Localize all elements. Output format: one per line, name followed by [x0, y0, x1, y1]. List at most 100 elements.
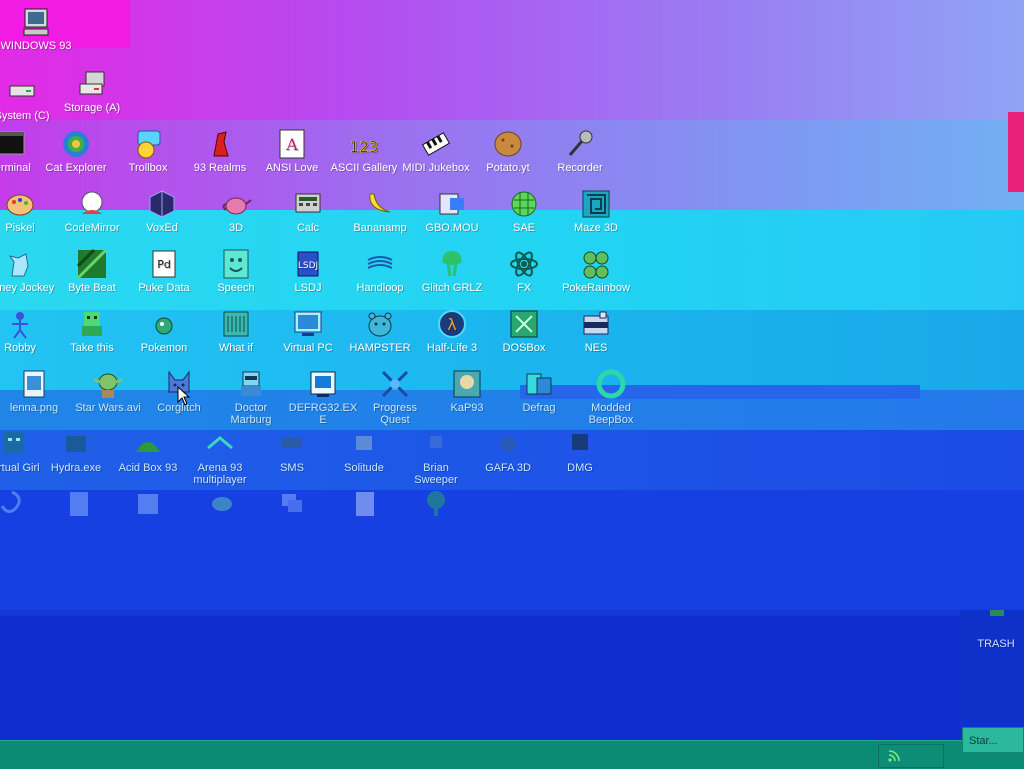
desktop-icon-trollbox[interactable]: Trollbox	[112, 128, 184, 174]
pokemon-icon	[148, 308, 180, 340]
desktop-icon-hydra[interactable]: Hydra.exe	[40, 428, 112, 474]
icon-label: DMG	[567, 462, 593, 474]
desktop-icon-tree[interactable]	[400, 488, 472, 522]
icon-label: Progress Quest	[372, 402, 418, 426]
desktop-icon-robby[interactable]: Robby	[0, 308, 56, 354]
desktop-icon-puke-data[interactable]: Pd Puke Data	[128, 248, 200, 294]
desktop-icon-lsdj[interactable]: LSDJ LSDJ	[272, 248, 344, 294]
desktop-icon-nes[interactable]: NES	[560, 308, 632, 354]
icon-label: GAFA 3D	[485, 462, 531, 474]
icon-label: PokeRainbow	[562, 282, 630, 294]
desktop-icon-midi-jukebox[interactable]: MIDI Jukebox	[400, 128, 472, 174]
desktop-icon-potato[interactable]: Potato.yt	[472, 128, 544, 174]
desktop-icon-windows93[interactable]: WINDOWS 93	[0, 6, 72, 52]
desktop-icon-voxed[interactable]: VoxEd	[126, 188, 198, 234]
desktop-icon-swirl[interactable]	[0, 488, 48, 522]
desktop-icon-defrg32[interactable]: DEFRG32.EXE	[287, 368, 359, 426]
hamster-icon	[364, 308, 396, 340]
lsdj-icon: LSDJ	[292, 248, 324, 280]
svg-text:LSDJ: LSDJ	[298, 261, 318, 271]
desktop-icon-take-this[interactable]: Take this	[56, 308, 128, 354]
desktop-icon-trash[interactable]: TRASH	[960, 604, 1024, 650]
pokerainbow-icon	[580, 248, 612, 280]
desktop-icon-calc[interactable]: Calc	[272, 188, 344, 234]
icon-label: Solitude	[344, 462, 384, 474]
desktop-icon-windows-stack[interactable]	[256, 488, 328, 522]
doctor-icon	[235, 368, 267, 400]
trash-icon	[980, 604, 1012, 636]
svg-text:A: A	[285, 135, 298, 154]
gbo-icon	[436, 188, 468, 220]
desktop-icon-glitch-grlz[interactable]: Glitch GRLZ	[416, 248, 488, 294]
desktop-icon-recorder[interactable]: Recorder	[544, 128, 616, 174]
desktop-icon-hampster[interactable]: HAMPSTER	[344, 308, 416, 354]
virtual-pc-icon	[292, 308, 324, 340]
desktop-icon-doc-file[interactable]	[42, 488, 114, 522]
icon-label: Handloop	[356, 282, 404, 294]
desktop-icon-byte-beat[interactable]: Byte Beat	[56, 248, 128, 294]
desktop-icon-doctor-marburg[interactable]: Doctor Marburg	[215, 368, 287, 426]
trollbox-icon	[132, 128, 164, 160]
icon-label: KaP93	[450, 402, 484, 414]
desktop-icon-acid-box-93[interactable]: Acid Box 93	[112, 428, 184, 474]
desktop-icon-lenna[interactable]: lenna.png	[0, 368, 70, 414]
desktop-icon-solitude[interactable]: Solitude	[328, 428, 400, 474]
cat-explorer-icon	[60, 128, 92, 160]
handloop-icon	[364, 248, 396, 280]
microphone-icon	[564, 128, 596, 160]
desktop-icon-cat-explorer[interactable]: Cat Explorer	[40, 128, 112, 174]
taskbar-window-button[interactable]: Star...	[962, 727, 1024, 753]
desktop-icon-sae[interactable]: SAE	[488, 188, 560, 234]
desktop-icon-storage-a[interactable]: Storage (A)	[56, 68, 128, 114]
desktop-icon-text-file[interactable]	[328, 488, 400, 522]
desktop-icon-speech[interactable]: Speech	[200, 248, 272, 294]
desktop-icon-pokerainbow[interactable]: PokeRainbow	[560, 248, 632, 294]
maze-icon	[580, 188, 612, 220]
desktop-icon-progress-quest[interactable]: Progress Quest	[359, 368, 431, 426]
desktop-icon-sms[interactable]: SMS	[256, 428, 328, 474]
desktop-icon-arena-93[interactable]: Arena 93 multiplayer	[184, 428, 256, 486]
icon-label: What if	[218, 342, 254, 354]
codemirror-icon	[76, 188, 108, 220]
desktop-icon-piskel[interactable]: Piskel	[0, 188, 56, 234]
desktop-icon-ansi-love[interactable]: A ANSI Love	[256, 128, 328, 174]
desktop-icon-modded-beepbox[interactable]: Modded BeepBox	[575, 368, 647, 426]
desktop-icon-fx[interactable]: FX	[488, 248, 560, 294]
desktop-icon-kap93[interactable]: KaP93	[431, 368, 503, 414]
desktop-icon-pokemon[interactable]: Pokemon	[128, 308, 200, 354]
desktop-icon-gbo[interactable]: GBO.MOU	[416, 188, 488, 234]
desktop-icon-gafa-3d[interactable]: GAFA 3D	[472, 428, 544, 474]
desktop-icon-93-realms[interactable]: 93 Realms	[184, 128, 256, 174]
desktop-icon-ascii-gallery[interactable]: 123 ASCII Gallery	[328, 128, 400, 174]
desktop-icon-star-wars[interactable]: Star Wars.avi	[72, 368, 144, 414]
desktop-icon-3d[interactable]: 3D	[200, 188, 272, 234]
desktop-icon-codemirror[interactable]: CodeMirror	[56, 188, 128, 234]
desktop-icon-bananamp[interactable]: Bananamp	[344, 188, 416, 234]
mouse-cursor-icon	[177, 385, 191, 406]
desktop-icon-handloop[interactable]: Handloop	[344, 248, 416, 294]
desktop-icon-poney-jockey[interactable]: Poney Jockey	[0, 248, 56, 294]
icon-label: Byte Beat	[68, 282, 116, 294]
desktop-icon-maze-3d[interactable]: Maze 3D	[560, 188, 632, 234]
desktop-icon-system-c[interactable]: System (C)	[0, 76, 58, 122]
icon-label: SAE	[512, 222, 535, 234]
desktop-icon-virtual-pc[interactable]: Virtual PC	[272, 308, 344, 354]
desktop-icon-half-life-3[interactable]: λ Half-Life 3	[416, 308, 488, 354]
desktop-icon-dmg[interactable]: DMG	[544, 428, 616, 474]
icon-label: CodeMirror	[64, 222, 120, 234]
icon-label: Glitch GRLZ	[421, 282, 483, 294]
desktop-icon-notepad[interactable]	[112, 488, 184, 522]
speech-icon	[220, 248, 252, 280]
rss-icon[interactable]	[887, 749, 901, 763]
desktop-icon-dosbox[interactable]: DOSBox	[488, 308, 560, 354]
desktop-icon-brian-sweeper[interactable]: Brian Sweeper	[400, 428, 472, 486]
desktop-icon-defrag[interactable]: Defrag	[503, 368, 575, 414]
svg-text:123: 123	[350, 138, 379, 156]
desktop-icon-bug[interactable]	[186, 488, 258, 522]
icon-label: Bananamp	[353, 222, 407, 234]
system-tray	[878, 744, 944, 768]
voxel-cube-icon	[146, 188, 178, 220]
take-this-icon	[76, 308, 108, 340]
virtual-girl-icon	[0, 428, 30, 460]
desktop-icon-what-if[interactable]: What if	[200, 308, 272, 354]
